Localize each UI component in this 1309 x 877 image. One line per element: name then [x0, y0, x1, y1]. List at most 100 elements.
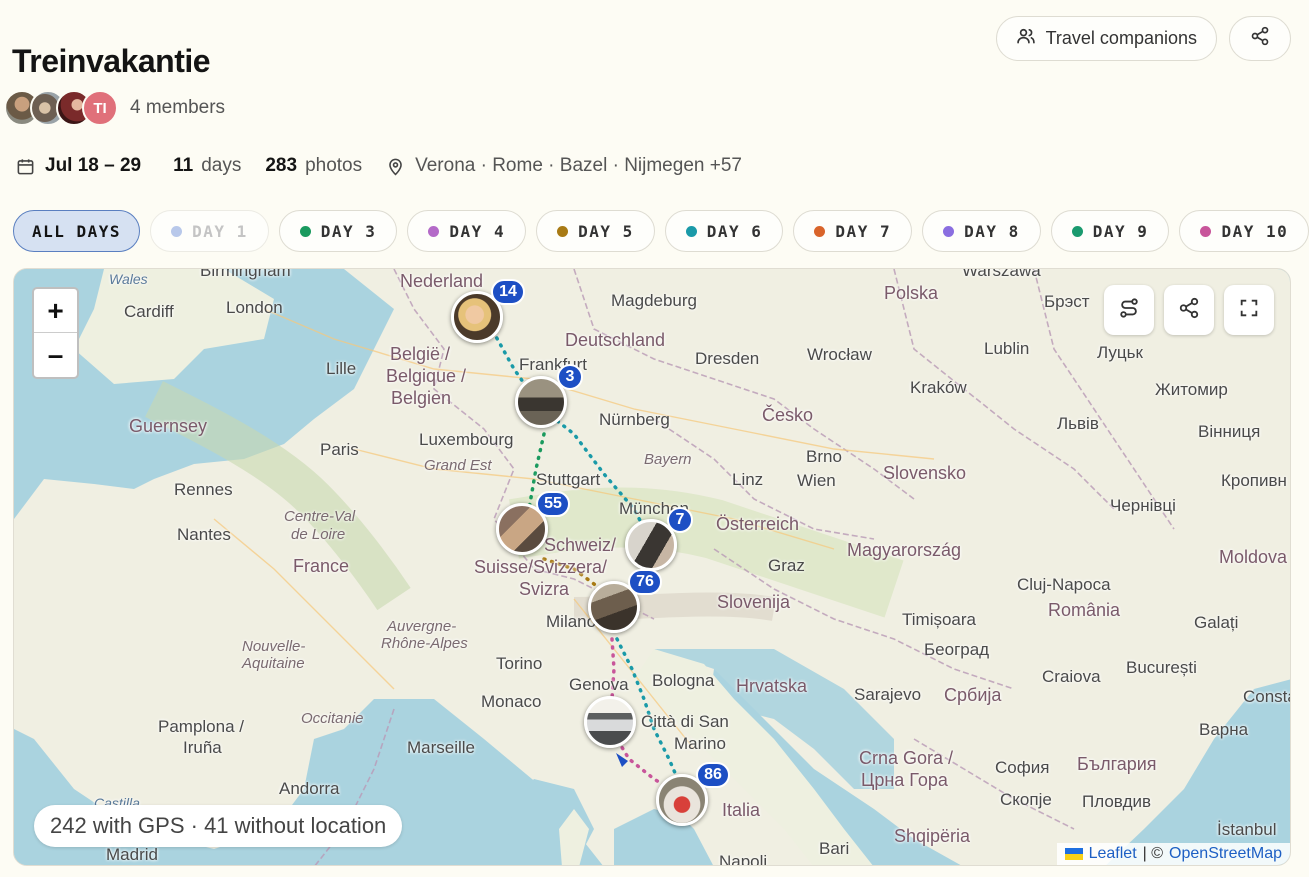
map-label: Sarajevo: [854, 685, 922, 704]
zoom-out-button[interactable]: –: [34, 333, 77, 377]
day-color-dot: [943, 225, 955, 237]
cluster-count: 14: [491, 279, 525, 305]
share-icon: [1250, 26, 1270, 51]
map-label: Luxembourg: [419, 430, 514, 449]
photo-cluster[interactable]: 3: [515, 364, 583, 428]
map-label: Brno: [806, 447, 842, 466]
map-label: Львів: [1057, 414, 1099, 433]
day-filter-label: DAY 9: [1092, 221, 1149, 241]
map-label: Timișoara: [902, 610, 976, 629]
photo-cluster[interactable]: 76: [588, 569, 662, 633]
map-label: Graz: [768, 556, 805, 575]
map-label: Kraków: [910, 378, 967, 397]
map-label: Österreich: [716, 514, 800, 534]
day-color-dot: [685, 225, 697, 237]
members-row[interactable]: TI 4 members: [4, 90, 225, 126]
day-filter-chip[interactable]: DAY 10: [1179, 210, 1309, 252]
leaflet-link[interactable]: Leaflet: [1089, 845, 1137, 863]
map-label: Svizra: [519, 579, 570, 599]
map-label: Città di San: [641, 712, 729, 731]
map-label: Lublin: [984, 339, 1030, 358]
day-filter-chip[interactable]: DAY 7: [793, 210, 913, 252]
map-label: Auvergne-: [387, 618, 457, 635]
day-filter-chip[interactable]: ALL DAYS: [13, 210, 141, 252]
days-count: 11: [173, 155, 194, 176]
map-label: Bari: [819, 839, 850, 858]
day-filter-chip[interactable]: DAY 8: [922, 210, 1041, 252]
map-label: Stuttgart: [536, 470, 601, 489]
route-toggle-button[interactable]: [1104, 285, 1154, 335]
day-filter-label: DAY 8: [964, 221, 1020, 241]
map-label: Consta: [1243, 687, 1290, 706]
photo-cluster[interactable]: 55: [496, 491, 570, 555]
photo-cluster[interactable]: 86: [656, 762, 730, 826]
day-color-dot: [1071, 225, 1083, 237]
map-label: Србија: [944, 685, 1002, 705]
map-label: de Loire: [291, 526, 346, 543]
map-label: België /: [390, 344, 451, 364]
day-filter-chip[interactable]: DAY 5: [536, 210, 655, 252]
cluster-count: 7: [667, 507, 693, 533]
map-label: Andorra: [279, 779, 340, 798]
day-filter-label: DAY 10: [1221, 221, 1289, 241]
photo-cluster[interactable]: 7: [625, 507, 693, 571]
trip-meta: Jul 18 – 29 11 days 283 photos Verona · …: [16, 155, 766, 177]
photo-cluster[interactable]: [584, 696, 636, 748]
members-count: 4 members: [130, 97, 226, 118]
map-label: Луцьк: [1097, 343, 1143, 362]
map-label: Madrid: [106, 845, 158, 864]
day-color-dot: [428, 225, 440, 237]
places-stat: Verona · Rome · Bazel · Nijmegen +57: [386, 155, 742, 177]
route-icon: [1118, 297, 1140, 324]
map-share-button[interactable]: [1164, 285, 1214, 335]
day-filter-label: DAY 6: [706, 221, 763, 241]
map-label: Suisse/Svizzera/: [474, 557, 608, 577]
map-label: Genova: [569, 675, 629, 694]
map-label: Београд: [924, 640, 990, 659]
day-filter-chip[interactable]: DAY 9: [1050, 210, 1170, 252]
photos-count: 283: [265, 155, 298, 176]
day-color-dot: [1200, 225, 1212, 237]
map-label: Nederland: [400, 271, 484, 291]
day-filter-chip[interactable]: DAY 6: [664, 210, 784, 252]
osm-link[interactable]: OpenStreetMap: [1169, 845, 1282, 863]
share-button[interactable]: [1229, 16, 1291, 61]
map-label: Slovensko: [883, 463, 967, 483]
date-range: Jul 18 – 29: [16, 155, 149, 177]
day-filter-label: ALL DAYS: [32, 221, 122, 241]
map-view[interactable]: Wales Birmingham Cardiff London Nederlan…: [13, 268, 1291, 866]
map-label: Marseille: [407, 738, 476, 757]
travel-companions-label: Travel companions: [1045, 28, 1197, 48]
map-label: Pamplona /: [158, 717, 244, 736]
map-attribution: Leaflet | © OpenStreetMap: [1056, 843, 1290, 865]
map-label: Iruña: [183, 738, 222, 757]
map-label: Paris: [320, 440, 359, 459]
map-label: Italia: [722, 800, 761, 820]
map-label: Belgien: [391, 388, 452, 408]
map-label: Warszawa: [962, 268, 1041, 280]
zoom-in-button[interactable]: +: [34, 289, 77, 333]
fullscreen-button[interactable]: [1224, 285, 1274, 335]
map-label: Aquitaine: [242, 655, 305, 672]
map-label: Shqipëria: [894, 826, 971, 846]
map-label: Кропивн: [1221, 471, 1287, 490]
users-icon: [1016, 26, 1036, 51]
day-filter-chip[interactable]: DAY 3: [278, 210, 398, 252]
map-label: Wrocław: [807, 345, 872, 364]
map-pin-icon: [386, 157, 405, 176]
day-filter-chip[interactable]: DAY 1: [150, 210, 269, 252]
day-filter-label: DAY 7: [835, 221, 892, 241]
day-filter-label: DAY 3: [320, 221, 377, 241]
gps-summary-text: 242 with GPS · 41 without location: [50, 813, 387, 838]
travel-companions-button[interactable]: Travel companions: [995, 16, 1217, 61]
map-label: Guernsey: [129, 416, 208, 436]
map-label: Варна: [1199, 720, 1249, 739]
photo-cluster[interactable]: 14: [451, 279, 525, 343]
avatar-initials: TI: [93, 99, 107, 117]
map-label: Birmingham: [200, 268, 291, 280]
map-label: Rennes: [174, 480, 233, 499]
map-label: Bologna: [652, 671, 715, 690]
map-label: Deutschland: [565, 330, 666, 350]
map-label: Wales: [109, 271, 148, 287]
day-filter-chip[interactable]: DAY 4: [407, 210, 527, 252]
